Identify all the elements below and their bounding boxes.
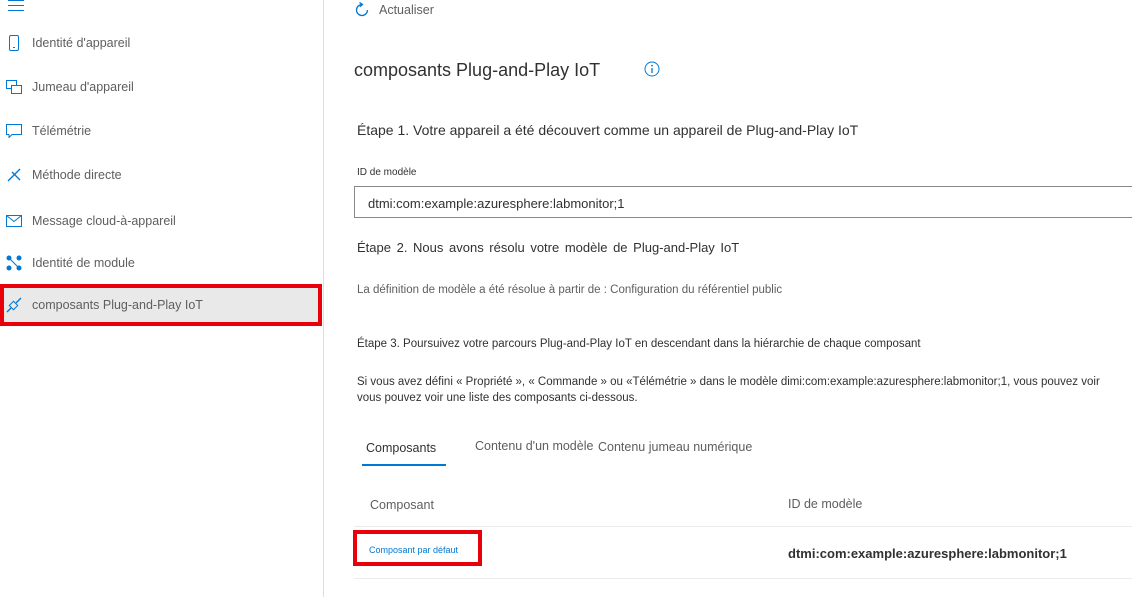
sidebar-item-label: Identité de module	[32, 256, 135, 270]
refresh-icon	[355, 2, 369, 17]
column-header-model-id: ID de modèle	[788, 497, 863, 511]
mail-icon	[6, 213, 22, 229]
page-title: composants Plug-and-Play IoT	[354, 60, 601, 80]
sidebar-item-telemetry[interactable]: Télémétrie	[0, 113, 323, 149]
plug-icon	[6, 297, 22, 313]
hamburger-menu-icon[interactable]	[8, 0, 24, 11]
sidebar-item-label: Message cloud-à-appareil	[32, 214, 176, 228]
sidebar-item-label: Jumeau d'appareil	[32, 80, 134, 94]
module-icon	[6, 255, 22, 271]
chat-icon	[6, 123, 22, 139]
sidebar-item-module-identity[interactable]: Identité de module	[0, 245, 323, 281]
refresh-label: Actualiser	[379, 3, 434, 17]
info-icon[interactable]	[644, 61, 660, 82]
default-component-link[interactable]: Composant par défaut	[369, 545, 458, 555]
description-line-1: Si vous avez défini « Propriété », « Com…	[357, 376, 1100, 388]
step2-text: Étape 2. Nous avons résolu votre modèle …	[357, 240, 740, 255]
row-model-id: dtmi:com:example:azuresphere:labmonitor;…	[788, 546, 1067, 561]
tab-model-content[interactable]: Contenu d'un modèle	[475, 439, 593, 453]
twin-icon	[6, 79, 22, 95]
phone-icon	[6, 35, 22, 51]
sidebar-item-label: composants Plug-and-Play IoT	[32, 298, 203, 312]
table-divider	[354, 526, 1132, 527]
resolved-text: La définition de modèle a été résolue à …	[357, 284, 783, 296]
table-divider-bottom	[354, 578, 1132, 579]
sidebar-item-direct-method[interactable]: Méthode directe	[0, 157, 323, 193]
tab-components[interactable]: Composants	[366, 441, 436, 455]
sidebar-item-pnp-components[interactable]: composants Plug-and-Play IoT	[0, 284, 322, 326]
direct-method-icon	[6, 167, 22, 183]
active-tab-indicator	[362, 464, 446, 466]
column-header-component: Composant	[370, 498, 434, 512]
sidebar-item-label: Méthode directe	[32, 168, 122, 182]
sidebar-item-device-twin[interactable]: Jumeau d'appareil	[0, 69, 323, 105]
model-id-label: ID de modèle	[357, 167, 417, 178]
tab-digital-twin-content[interactable]: Contenu jumeau numérique	[598, 440, 752, 454]
table-row: Composant par défaut	[353, 530, 482, 566]
step1-text: Étape 1. Votre appareil a été découvert …	[357, 122, 859, 138]
step3-text: Étape 3. Poursuivez votre parcours Plug-…	[357, 338, 921, 350]
sidebar-item-cloud-to-device[interactable]: Message cloud-à-appareil	[0, 203, 323, 239]
sidebar: Identité d'appareil Jumeau d'appareil Té…	[0, 0, 324, 597]
description-line-2: vous pouvez voir une liste des composant…	[357, 392, 638, 404]
sidebar-item-device-identity[interactable]: Identité d'appareil	[0, 25, 323, 61]
model-id-field[interactable]: dtmi:com:example:azuresphere:labmonitor;…	[354, 186, 1132, 218]
refresh-button[interactable]: Actualiser	[354, 2, 434, 18]
description-text: Si vous avez défini « Propriété », « Com…	[357, 374, 1132, 406]
sidebar-item-label: Identité d'appareil	[32, 36, 131, 50]
main-panel: Actualiser composants Plug-and-Play IoT …	[324, 0, 1132, 597]
sidebar-item-label: Télémétrie	[32, 124, 92, 138]
